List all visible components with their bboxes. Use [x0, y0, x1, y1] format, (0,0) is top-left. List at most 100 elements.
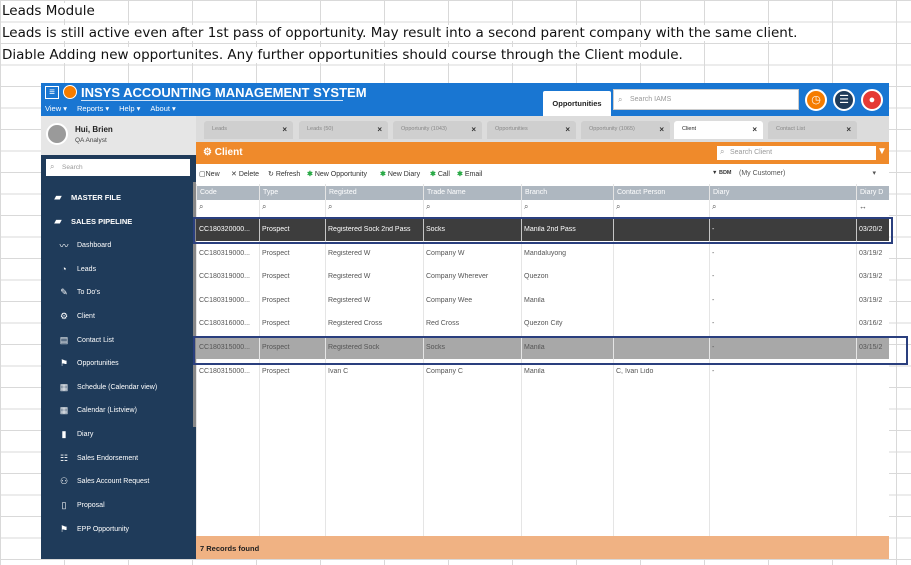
sidebar-item-master-file[interactable]: ▰ MASTER FILE — [41, 186, 193, 208]
table-cell: Registered W — [328, 296, 371, 304]
tab-leads[interactable]: Leads × — [204, 121, 293, 139]
sidebar-item-opportunities[interactable]: ⚑ Opportunities — [41, 352, 193, 374]
sidebar-item-dashboard[interactable]: 〰 Dashboard — [41, 234, 193, 256]
app-title: INSYS ACCOUNTING MANAGEMENT SYSTEM — [81, 85, 367, 100]
user-role: QA Analyst — [75, 137, 107, 144]
sidebar-item-sales-pipeline[interactable]: ▰ SALES PIPELINE — [41, 210, 193, 232]
column-header[interactable]: Trade Name — [424, 186, 521, 200]
top-tab-opportunities[interactable]: Opportunities — [543, 91, 611, 116]
table-row[interactable]: CC180319000... Prospect Registered W Compan… — [196, 265, 889, 288]
list-icon[interactable]: ☰ — [833, 89, 855, 111]
hamburger-menu-icon[interactable]: ≡ — [45, 86, 59, 99]
sidebar-item-diary[interactable]: ▮ Diary — [41, 423, 193, 445]
column-header[interactable]: Contact Person — [614, 186, 709, 200]
column-header[interactable]: Type — [260, 186, 325, 200]
menu-reports[interactable]: Reports ▾ — [77, 104, 109, 113]
bdm-select[interactable]: (My Customer) ▾ — [736, 167, 884, 181]
sidebar-item-leads[interactable]: ◔ Leads — [41, 258, 193, 280]
menu-about[interactable]: About ▾ — [150, 104, 175, 113]
sidebar-item-sales-account-request[interactable]: ⚇ Sales Account Request — [41, 470, 193, 492]
new-opportunity-button[interactable]: ✱ New Opportunity — [307, 170, 367, 178]
sidebar-item-label: Diary — [77, 430, 94, 438]
sidebar-item-to-do-s[interactable]: ✎ To Do's — [41, 281, 193, 303]
sidebar-item-label: To Do's — [77, 288, 101, 296]
sidebar-item-contact-list[interactable]: ▤ Contact List — [41, 329, 193, 351]
table-row[interactable]: CC180316000... Prospect Registered Cross Re… — [196, 312, 889, 335]
sidebar-item-calendar-listview[interactable]: ▦ Calendar (Listview) — [41, 399, 193, 421]
table-cell: CC180315000... — [199, 367, 250, 375]
table-cell: Company Wee — [426, 296, 473, 304]
column-filter-icon[interactable]: ⌕ — [712, 202, 716, 212]
column-header[interactable]: Code — [197, 186, 259, 200]
app-window: ≡ INSYS ACCOUNTING MANAGEMENT SYSTEM Vie… — [41, 83, 889, 559]
call-button[interactable]: ✱ Call — [430, 170, 450, 178]
close-icon[interactable]: × — [282, 125, 287, 134]
people-add-icon: ⚑ — [59, 357, 69, 368]
user-icon[interactable]: ● — [861, 89, 883, 111]
table-cell: Company C — [426, 367, 463, 375]
new-diary-button[interactable]: ✱ New Diary — [380, 170, 420, 178]
range-icon[interactable]: ↔ — [859, 202, 867, 211]
tab-opportunities[interactable]: Opportunities × — [487, 121, 576, 139]
column-filter-icon[interactable]: ⌕ — [328, 202, 332, 212]
refresh-button[interactable]: ↻ Refresh — [268, 170, 300, 178]
close-icon[interactable]: × — [659, 125, 664, 134]
column-header[interactable]: Diary — [710, 186, 856, 200]
close-icon[interactable]: × — [565, 125, 570, 134]
close-icon[interactable]: × — [846, 125, 851, 134]
sidebar-item-label: MASTER FILE — [71, 192, 121, 202]
column-header[interactable]: Registed — [326, 186, 423, 200]
tab-opportunity-1065[interactable]: Opportunity (1065) × — [581, 121, 670, 139]
delete-button[interactable]: ✕ Delete — [231, 170, 259, 178]
document-icon: ▯ — [61, 499, 67, 510]
table-cell: Manila — [524, 296, 545, 304]
chevron-down-icon: ▾ — [872, 170, 876, 177]
sidebar-item-schedule-calendar-view[interactable]: ▦ Schedule (Calendar view) — [41, 376, 193, 398]
column-filter-icon[interactable]: ⌕ — [199, 202, 203, 212]
column-filter-icon[interactable]: ⌕ — [426, 202, 430, 212]
column-filter-icon[interactable]: ⌕ — [616, 202, 620, 212]
column-filter-icon[interactable]: ⌕ — [262, 202, 266, 212]
table-row[interactable]: CC180319000... Prospect Registered W Compan… — [196, 289, 889, 312]
table-cell: Quezon City — [524, 320, 563, 328]
table-cell: CC180316000... — [199, 320, 250, 328]
note-title: Leads Module — [2, 3, 99, 19]
tab-leads-50[interactable]: Leads (50) × — [299, 121, 388, 139]
table-cell: Prospect — [262, 296, 290, 304]
email-button[interactable]: ✱ Email — [457, 170, 482, 178]
search-client-input[interactable]: ⌕ Search Client — [717, 146, 876, 160]
highlight-box-new-row — [193, 217, 893, 244]
column-header[interactable]: Diary D — [857, 186, 889, 200]
bdm-label: ▼ BDM — [712, 170, 732, 176]
user-panel: Hui, Brien QA Analyst — [41, 116, 196, 155]
sidebar-search-input[interactable]: ⌕ Search — [46, 159, 190, 176]
close-icon[interactable]: × — [471, 125, 476, 134]
sidebar-item-proposal[interactable]: ▯ Proposal — [41, 494, 193, 516]
search-iams-input[interactable]: ⌕ Search IAMS — [613, 89, 799, 110]
table-cell: Company W — [426, 249, 465, 257]
filter-icon[interactable]: ▼ — [877, 146, 887, 157]
menu-view[interactable]: View ▾ — [45, 104, 67, 113]
book-icon: ▮ — [61, 428, 67, 439]
menu-help[interactable]: Help ▾ — [119, 104, 140, 113]
clock-icon[interactable]: ◷ — [805, 89, 827, 111]
people-icon: ☷ — [59, 452, 69, 463]
sidebar: Hui, Brien QA Analyst ⌕ Search ▰ MASTER F… — [41, 116, 196, 559]
sidebar-item-label: Opportunities — [77, 359, 119, 367]
close-icon[interactable]: × — [752, 125, 757, 134]
tab-client[interactable]: Client × — [674, 121, 763, 139]
new-button[interactable]: ▢New — [199, 170, 220, 178]
sidebar-item-client[interactable]: ⚙ Client — [41, 305, 193, 327]
tab-opportunity-1043[interactable]: Opportunity (1043) × — [393, 121, 482, 139]
avatar[interactable] — [46, 123, 68, 145]
table-cell: Quezon — [524, 273, 549, 281]
tab-label: Leads — [212, 126, 227, 132]
sidebar-item-sales-endorsement[interactable]: ☷ Sales Endorsement — [41, 447, 193, 469]
column-header[interactable]: Branch — [522, 186, 613, 200]
sidebar-item-epp-opportunity[interactable]: ⚑ EPP Opportunity — [41, 518, 193, 540]
tab-contact-list[interactable]: Contact List × — [768, 121, 857, 139]
sidebar-item-label: Sales Account Request — [77, 477, 150, 485]
table-row[interactable]: CC180319000... Prospect Registered W Compan… — [196, 242, 889, 265]
column-filter-icon[interactable]: ⌕ — [524, 202, 528, 212]
close-icon[interactable]: × — [377, 125, 382, 134]
